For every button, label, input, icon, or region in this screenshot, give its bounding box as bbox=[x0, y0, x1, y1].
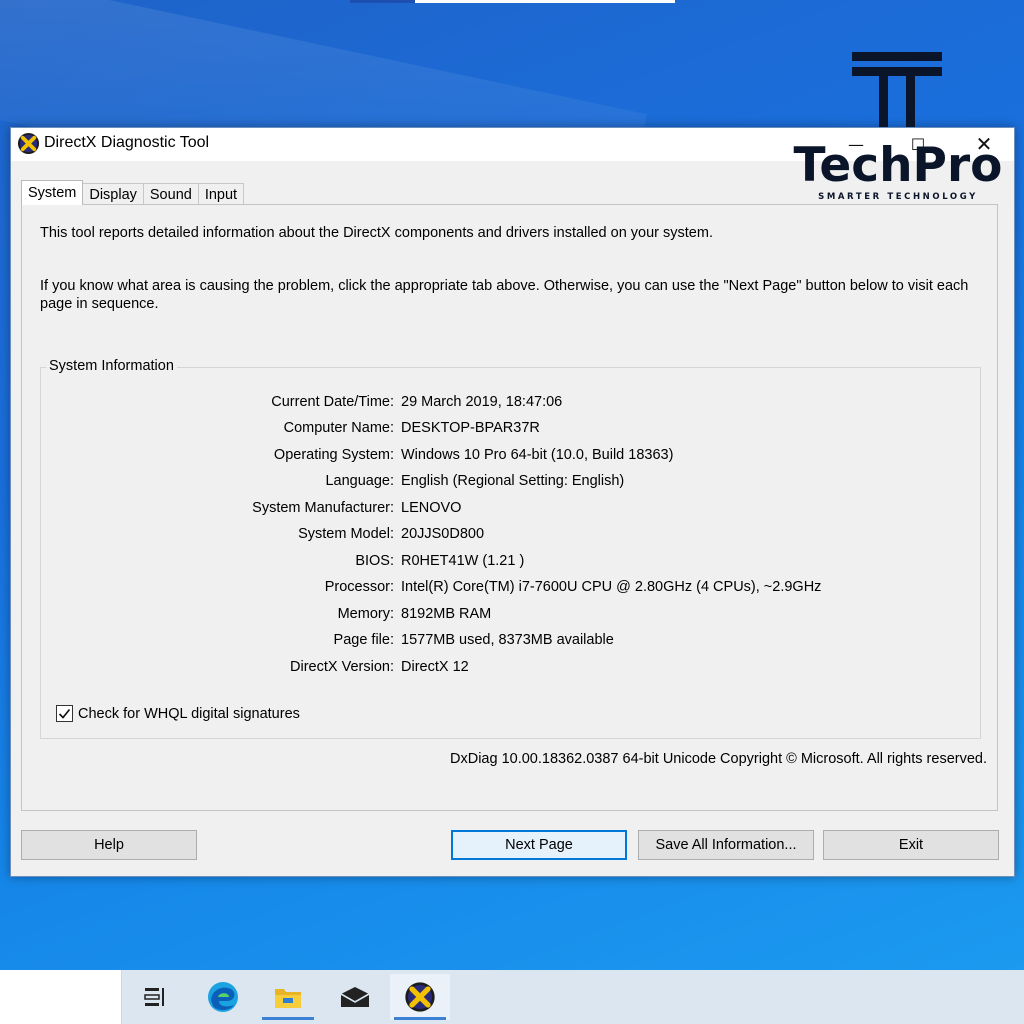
intro-text-1: This tool reports detailed information a… bbox=[40, 225, 713, 241]
info-label: BIOS: bbox=[355, 553, 394, 569]
info-value: R0HET41W (1.21 ) bbox=[401, 553, 525, 569]
tab-system[interactable]: System bbox=[21, 180, 84, 205]
taskbar-search-box[interactable] bbox=[0, 970, 122, 1024]
checkmark-icon bbox=[58, 708, 71, 719]
info-label: Current Date/Time: bbox=[271, 394, 394, 410]
help-button[interactable]: Help bbox=[21, 830, 197, 860]
dxdiag-window: DirectX Diagnostic Tool — ☐ ✕ System Dis… bbox=[10, 127, 1015, 877]
whql-checkbox-row[interactable]: Check for WHQL digital signatures bbox=[56, 705, 300, 722]
info-label: System Manufacturer: bbox=[252, 500, 394, 516]
dxdiag-running-indicator bbox=[394, 1017, 446, 1020]
version-copyright-text: DxDiag 10.00.18362.0387 64-bit Unicode C… bbox=[450, 751, 987, 767]
mail-icon bbox=[340, 987, 370, 1007]
edge-taskbar-button[interactable] bbox=[193, 974, 253, 1020]
info-row-memory: Memory: 8192MB RAM bbox=[41, 606, 982, 626]
info-row-operating-system: Operating System: Windows 10 Pro 64-bit … bbox=[41, 447, 982, 467]
tab-sound[interactable]: Sound bbox=[142, 183, 199, 205]
system-information-legend: System Information bbox=[46, 358, 177, 374]
logo-wordmark: TechPro bbox=[793, 138, 1003, 193]
exit-button[interactable]: Exit bbox=[823, 830, 999, 860]
info-row-page-file: Page file: 1577MB used, 8373MB available bbox=[41, 632, 982, 652]
file-explorer-taskbar-button[interactable] bbox=[258, 974, 318, 1020]
info-row-language: Language: English (Regional Setting: Eng… bbox=[41, 473, 982, 493]
system-tab-panel: This tool reports detailed information a… bbox=[21, 204, 998, 811]
system-information-group: System Information Current Date/Time: 29… bbox=[40, 358, 982, 739]
techpro-t-icon bbox=[852, 52, 942, 127]
info-label: System Model: bbox=[298, 526, 394, 542]
mail-taskbar-button[interactable] bbox=[325, 974, 385, 1020]
techpro-logo: TechPro SMARTER TECHNOLOGY bbox=[793, 50, 1003, 210]
save-all-information-button[interactable]: Save All Information... bbox=[638, 830, 814, 860]
dxdiag-taskbar-button[interactable] bbox=[390, 974, 450, 1020]
directx-icon bbox=[405, 982, 435, 1012]
info-value: 8192MB RAM bbox=[401, 606, 492, 622]
info-value: 29 March 2019, 18:47:06 bbox=[401, 394, 563, 410]
task-view-button[interactable] bbox=[125, 974, 185, 1020]
info-value: 20JJS0D800 bbox=[401, 526, 485, 542]
info-label: Page file: bbox=[333, 632, 394, 648]
task-view-icon bbox=[144, 988, 164, 1006]
info-row-processor: Processor: Intel(R) Core(TM) i7-7600U CP… bbox=[41, 579, 982, 599]
whql-checkbox-label[interactable]: Check for WHQL digital signatures bbox=[78, 706, 300, 722]
info-label: Operating System: bbox=[273, 447, 394, 463]
info-row-manufacturer: System Manufacturer: LENOVO bbox=[41, 500, 982, 520]
file-explorer-running-indicator bbox=[262, 1017, 314, 1020]
top-window-edge bbox=[350, 0, 675, 3]
info-value: English (Regional Setting: English) bbox=[401, 473, 625, 489]
logo-tagline: SMARTER TECHNOLOGY bbox=[818, 192, 978, 202]
info-row-directx-version: DirectX Version: DirectX 12 bbox=[41, 659, 982, 679]
info-row-computer-name: Computer Name: DESKTOP-BPAR37R bbox=[41, 420, 982, 440]
tab-input[interactable]: Input bbox=[197, 183, 245, 205]
info-label: Processor: bbox=[324, 579, 394, 595]
info-value: Windows 10 Pro 64-bit (10.0, Build 18363… bbox=[401, 447, 674, 463]
info-value: DirectX 12 bbox=[401, 659, 469, 675]
info-row-bios: BIOS: R0HET41W (1.21 ) bbox=[41, 553, 982, 573]
edge-icon bbox=[208, 982, 238, 1012]
info-label: Language: bbox=[325, 473, 394, 489]
window-title: DirectX Diagnostic Tool bbox=[44, 134, 210, 151]
file-explorer-icon bbox=[275, 989, 301, 1008]
info-value: LENOVO bbox=[401, 500, 462, 516]
info-row-model: System Model: 20JJS0D800 bbox=[41, 526, 982, 546]
info-label: Memory: bbox=[337, 606, 394, 622]
info-label: Computer Name: bbox=[283, 420, 394, 436]
info-label: DirectX Version: bbox=[290, 659, 394, 675]
next-page-button[interactable]: Next Page bbox=[451, 830, 627, 860]
taskbar bbox=[0, 970, 1024, 1024]
top-window-edge-light bbox=[415, 0, 675, 3]
whql-checkbox[interactable] bbox=[56, 705, 73, 722]
info-value: DESKTOP-BPAR37R bbox=[401, 420, 540, 436]
info-value: 1577MB used, 8373MB available bbox=[401, 632, 614, 648]
directx-icon bbox=[17, 132, 40, 155]
intro-text-2: If you know what area is causing the pro… bbox=[40, 278, 969, 312]
tab-strip: System Display Sound Input bbox=[21, 180, 245, 205]
tab-display[interactable]: Display bbox=[82, 183, 144, 205]
info-value: Intel(R) Core(TM) i7-7600U CPU @ 2.80GHz… bbox=[401, 579, 822, 595]
info-row-date-time: Current Date/Time: 29 March 2019, 18:47:… bbox=[41, 394, 982, 414]
